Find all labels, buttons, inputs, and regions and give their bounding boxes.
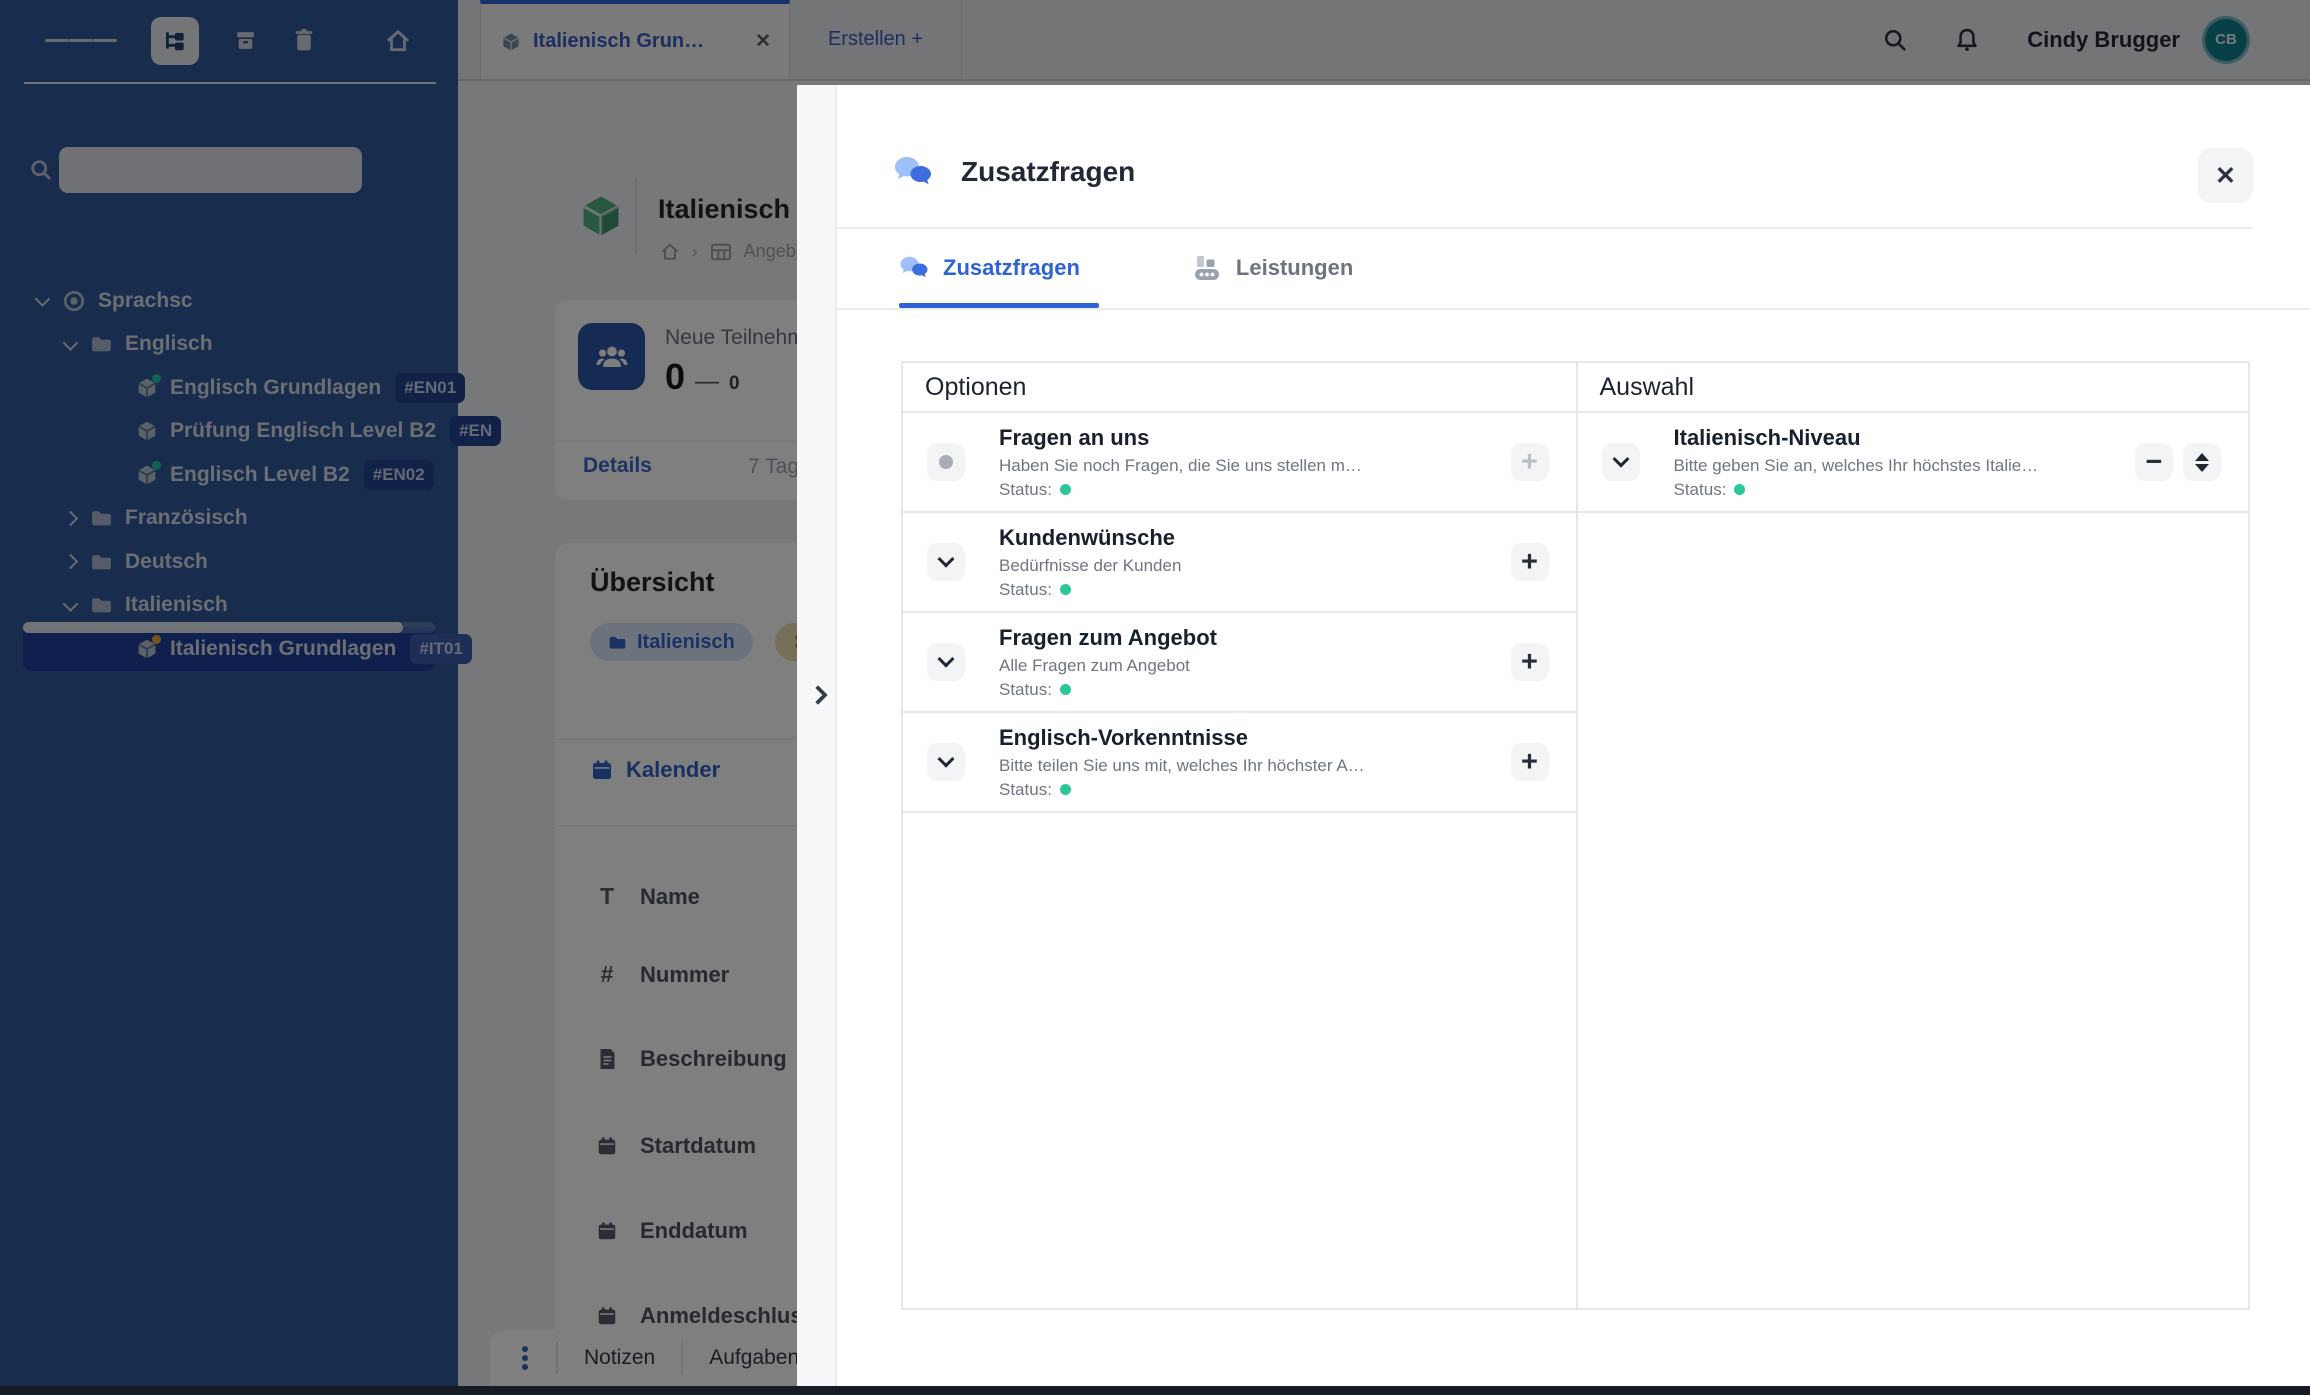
selection-column: Auswahl Italienisch-Niveau Bitte geben S… (1576, 363, 2249, 1308)
close-icon: ✕ (2215, 161, 2236, 191)
option-englisch-vorkenntnisse: Englisch-Vorkenntnisse Bitte teilen Sie … (903, 713, 1576, 813)
plus-icon: + (1521, 546, 1538, 579)
dialog-tabs: Zusatzfragen Leistungen (899, 253, 1353, 283)
status-label: Status: (999, 780, 1052, 800)
sort-icon (2195, 453, 2209, 472)
option-title: Kundenwünsche (999, 525, 1489, 551)
options-selection-panel: Optionen Fragen an uns Haben Sie noch Fr… (901, 361, 2250, 1310)
add-button[interactable]: + (1511, 743, 1549, 781)
options-column-header: Optionen (903, 363, 1576, 413)
plus-icon: + (1521, 746, 1538, 779)
status-dot (1060, 784, 1071, 795)
option-fragen-an-uns: Fragen an uns Haben Sie noch Fragen, die… (903, 413, 1576, 513)
option-title: Fragen zum Angebot (999, 625, 1489, 651)
option-title: Englisch-Vorkenntnisse (999, 725, 1489, 751)
remove-button[interactable]: − (2135, 443, 2173, 481)
drag-handle-button[interactable] (927, 443, 965, 481)
option-kundenwuensche: Kundenwünsche Bedürfnisse der Kunden Sta… (903, 513, 1576, 613)
status-dot (1060, 484, 1071, 495)
status-dot (1060, 684, 1071, 695)
option-subtitle: Bitte geben Sie an, welches Ihr höchstes… (1674, 456, 2114, 476)
add-button[interactable]: + (1511, 443, 1549, 481)
divider (837, 227, 2252, 229)
status-dot (1734, 484, 1745, 495)
chevron-down-icon (938, 751, 955, 768)
option-title: Italienisch-Niveau (1674, 425, 2114, 451)
status-label: Status: (999, 580, 1052, 600)
add-button[interactable]: + (1511, 643, 1549, 681)
minus-icon: − (2146, 446, 2163, 479)
expand-button[interactable] (927, 643, 965, 681)
tab-label: Leistungen (1236, 255, 1353, 281)
services-icon (1192, 253, 1222, 283)
tab-label: Zusatzfragen (943, 255, 1080, 281)
dialog-title: Zusatzfragen (961, 156, 1135, 188)
status-label: Status: (999, 480, 1052, 500)
option-fragen-zum-angebot: Fragen zum Angebot Alle Fragen zum Angeb… (903, 613, 1576, 713)
divider (837, 308, 2310, 310)
option-subtitle: Haben Sie noch Fragen, die Sie uns stell… (999, 456, 1489, 476)
window-bottom-edge (0, 1386, 2310, 1395)
zusatzfragen-dialog: Zusatzfragen ✕ Zusatzfragen Leistungen (797, 85, 2310, 1386)
option-subtitle: Alle Fragen zum Angebot (999, 656, 1489, 676)
plus-icon: + (1521, 646, 1538, 679)
option-text: Englisch-Vorkenntnisse Bitte teilen Sie … (965, 725, 1511, 800)
dialog-header: Zusatzfragen (893, 155, 1135, 189)
option-subtitle: Bedürfnisse der Kunden (999, 556, 1489, 576)
chevron-right-icon[interactable] (805, 681, 831, 709)
selection-column-header: Auswahl (1578, 363, 2249, 413)
status-label: Status: (1674, 480, 1727, 500)
expand-button[interactable] (927, 543, 965, 581)
chevron-down-icon (938, 651, 955, 668)
options-column: Optionen Fragen an uns Haben Sie noch Fr… (903, 363, 1576, 1308)
status-label: Status: (999, 680, 1052, 700)
option-text: Fragen an uns Haben Sie noch Fragen, die… (965, 425, 1511, 500)
add-button[interactable]: + (1511, 543, 1549, 581)
chat-bubbles-icon (893, 155, 933, 189)
plus-icon: + (1521, 446, 1538, 479)
expand-button[interactable] (1602, 443, 1640, 481)
reorder-button[interactable] (2183, 443, 2221, 481)
dot-icon (939, 455, 953, 469)
option-subtitle: Bitte teilen Sie uns mit, welches Ihr hö… (999, 756, 1489, 776)
chevron-down-icon (1612, 451, 1629, 468)
status-dot (1060, 584, 1071, 595)
close-button[interactable]: ✕ (2198, 148, 2253, 203)
option-text: Fragen zum Angebot Alle Fragen zum Angeb… (965, 625, 1511, 700)
option-text: Italienisch-Niveau Bitte geben Sie an, w… (1640, 425, 2136, 500)
tab-zusatzfragen[interactable]: Zusatzfragen (899, 255, 1080, 281)
dialog-gutter (797, 85, 837, 1386)
tab-leistungen[interactable]: Leistungen (1192, 253, 1353, 283)
app-screen: Sprachsc Englisch Englisch Grundlagen #E… (0, 0, 2310, 1395)
option-text: Kundenwünsche Bedürfnisse der Kunden Sta… (965, 525, 1511, 600)
chat-bubbles-icon (899, 255, 929, 281)
expand-button[interactable] (927, 743, 965, 781)
selected-italienisch-niveau: Italienisch-Niveau Bitte geben Sie an, w… (1578, 413, 2249, 513)
option-title: Fragen an uns (999, 425, 1489, 451)
chevron-down-icon (938, 551, 955, 568)
